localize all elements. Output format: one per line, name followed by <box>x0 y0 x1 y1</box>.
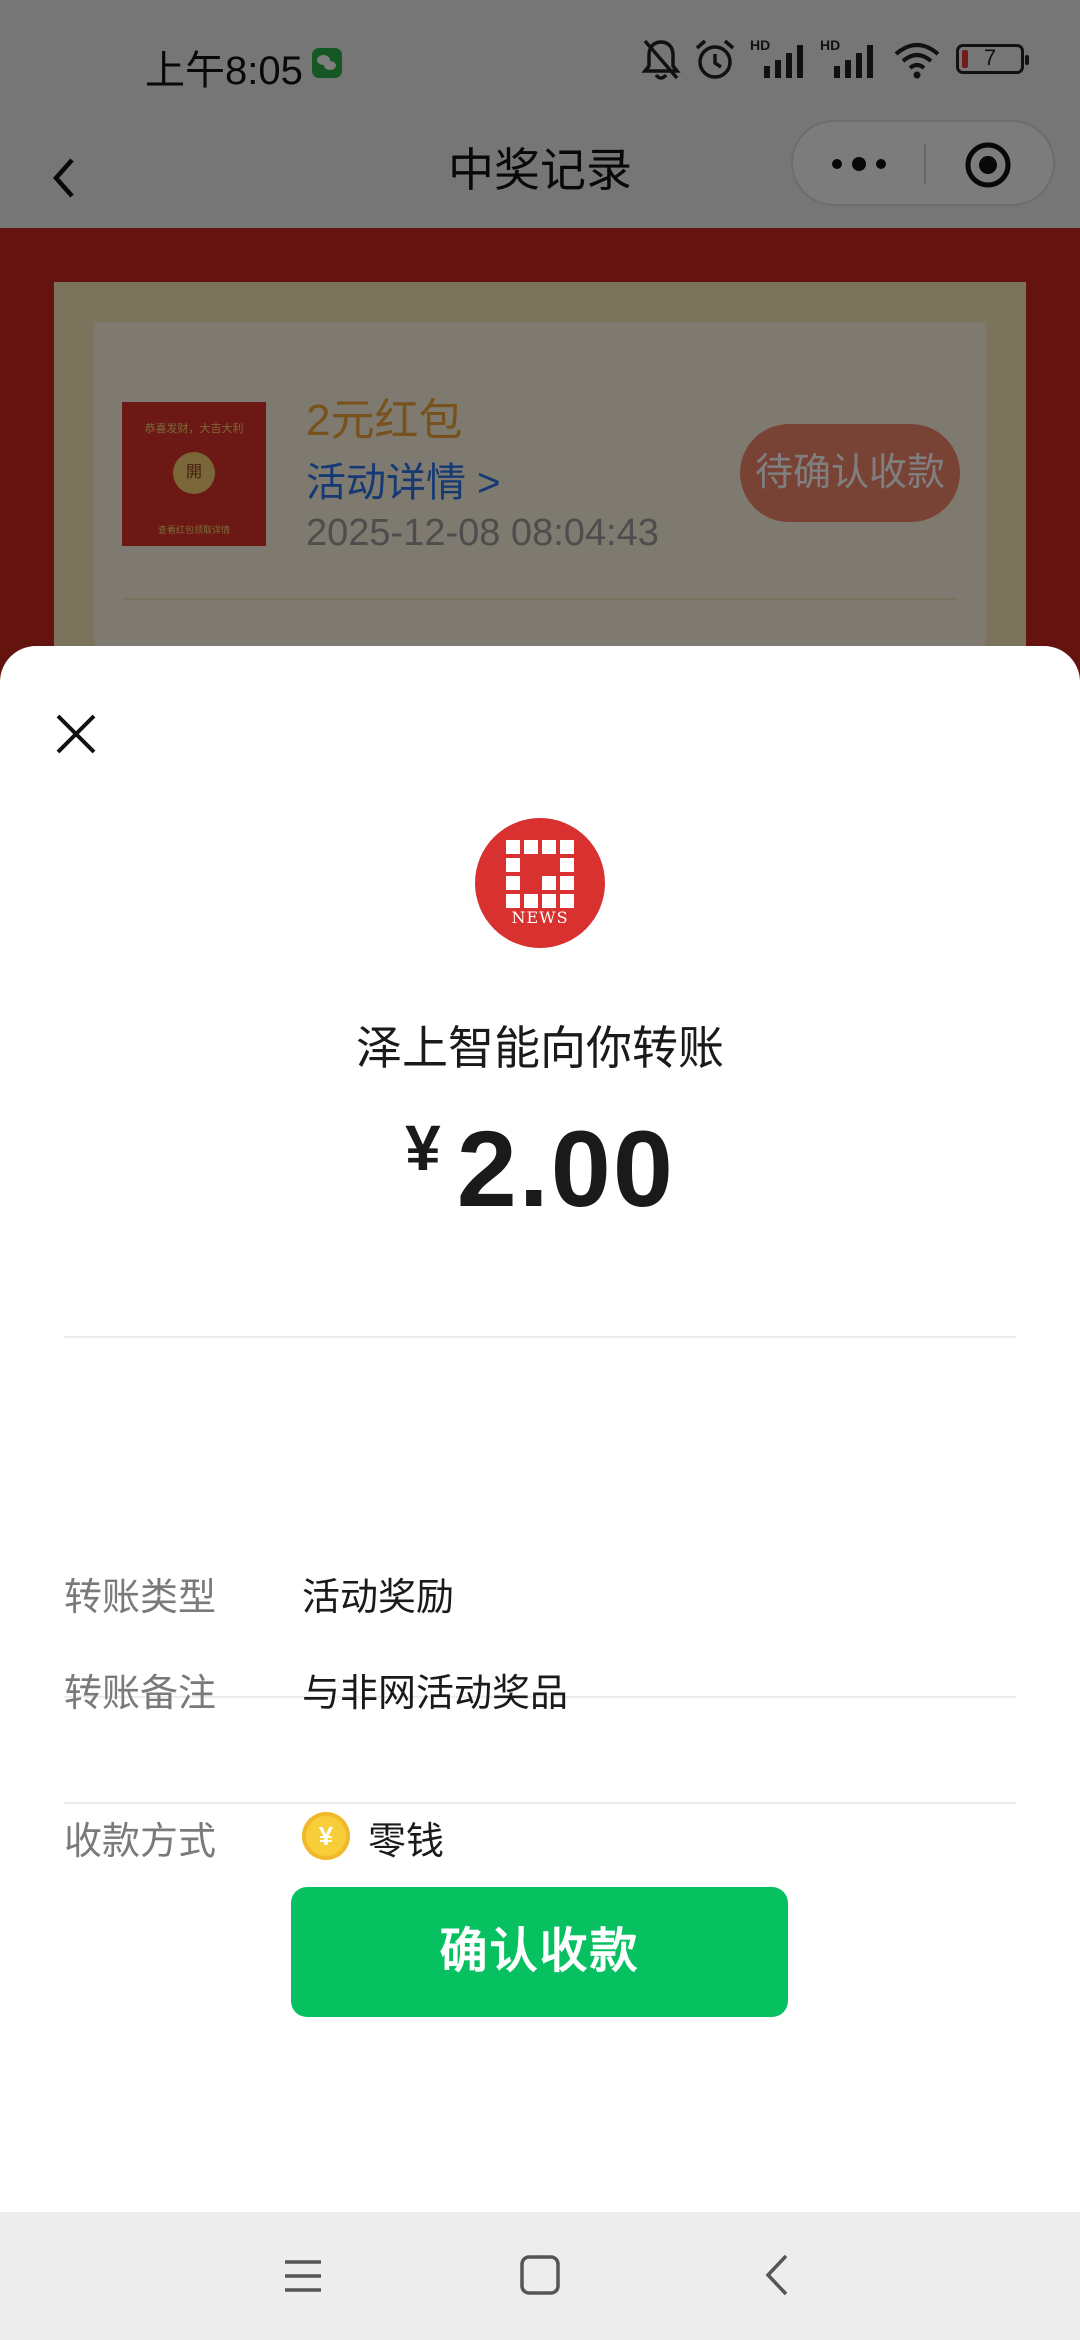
transfer-sender-text: 泽上智能向你转账 <box>356 1022 724 1074</box>
news-logo-icon <box>506 840 574 908</box>
close-icon[interactable] <box>48 706 104 762</box>
confirm-receive-button[interactable]: 确认收款 <box>291 1887 788 2017</box>
logo-text: NEWS <box>511 908 569 927</box>
transfer-type-label-row: 转账类型 <box>64 1577 217 1619</box>
menu-icon[interactable] <box>282 2256 324 2296</box>
transfer-sheet: NEWS 泽上智能向你转账 ¥2.00 确认收款 <box>0 646 1080 2212</box>
transfer-amount: ¥2.00 <box>0 1106 1080 1231</box>
system-navigation-bar <box>0 2212 1080 2340</box>
receive-method-value: 零钱 <box>368 1821 445 1863</box>
transfer-type-value: 活动奖励 <box>302 1577 455 1619</box>
back-icon[interactable] <box>760 2252 796 2298</box>
currency-symbol: ¥ <box>405 1112 441 1184</box>
amount-value: 2.00 <box>456 1108 675 1229</box>
receive-method-label: 收款方式 <box>64 1821 217 1863</box>
transfer-note-value: 与非网活动奖品 <box>302 1673 569 1715</box>
coin-icon: ¥ <box>302 1812 350 1860</box>
home-icon[interactable] <box>519 2254 561 2296</box>
divider <box>64 1336 1016 1338</box>
divider <box>64 1802 1016 1804</box>
transfer-note-label: 转账备注 <box>64 1673 217 1715</box>
sender-avatar: NEWS <box>475 818 605 948</box>
